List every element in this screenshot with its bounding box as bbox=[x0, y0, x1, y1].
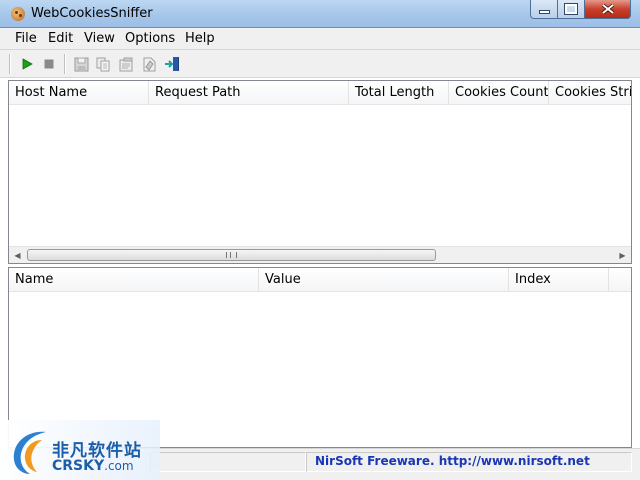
column-name[interactable]: Name bbox=[9, 268, 259, 291]
column-index[interactable]: Index bbox=[509, 268, 609, 291]
watermark-en-main: CRSKY bbox=[52, 458, 105, 474]
column-cookies-string[interactable]: Cookies String bbox=[549, 81, 631, 104]
copy-icon bbox=[96, 57, 109, 71]
scroll-thumb[interactable] bbox=[27, 249, 436, 261]
stop-capture-button[interactable] bbox=[40, 55, 58, 73]
cookie-icon bbox=[11, 7, 25, 21]
toolbar bbox=[0, 50, 640, 78]
exit-icon bbox=[165, 57, 179, 71]
nirsoft-link[interactable]: NirSoft Freeware. http://www.nirsoft.net bbox=[315, 454, 590, 468]
start-capture-button[interactable] bbox=[18, 55, 36, 73]
title-bar: WebCookiesSniffer bbox=[0, 0, 640, 28]
cookies-list-pane[interactable]: Host Name Request Path Total Length Cook… bbox=[8, 80, 632, 264]
menu-file[interactable]: File bbox=[15, 31, 37, 46]
menu-options[interactable]: Options bbox=[125, 31, 175, 46]
close-icon bbox=[601, 4, 614, 14]
html-report-button[interactable] bbox=[140, 55, 158, 73]
column-request-path[interactable]: Request Path bbox=[149, 81, 349, 104]
scroll-right-icon: ▶ bbox=[619, 250, 626, 260]
menu-edit[interactable]: Edit bbox=[48, 31, 73, 46]
exit-button[interactable] bbox=[163, 55, 181, 73]
cookies-list-header: Host Name Request Path Total Length Cook… bbox=[9, 81, 631, 105]
play-icon bbox=[22, 58, 33, 70]
column-host-name[interactable]: Host Name bbox=[9, 81, 149, 104]
maximize-button[interactable] bbox=[557, 0, 585, 19]
watermark-en-suffix: .com bbox=[104, 459, 134, 473]
column-cookies-count[interactable]: Cookies Count bbox=[449, 81, 549, 104]
toolbar-separator bbox=[9, 54, 11, 74]
site-watermark: 非凡软件站 CRSKY.com bbox=[0, 420, 160, 480]
scroll-left-button[interactable]: ◀ bbox=[9, 247, 26, 263]
scroll-left-icon: ◀ bbox=[14, 250, 21, 260]
grip-icon bbox=[226, 252, 237, 258]
window-title: WebCookiesSniffer bbox=[31, 6, 153, 21]
menu-help[interactable]: Help bbox=[185, 31, 215, 46]
menu-bar: File Edit View Options Help bbox=[0, 28, 640, 50]
crsky-logo-icon bbox=[13, 431, 46, 474]
column-value[interactable]: Value bbox=[259, 268, 509, 291]
maximize-icon bbox=[564, 3, 578, 15]
stop-icon bbox=[44, 59, 54, 69]
menu-view[interactable]: View bbox=[84, 31, 115, 46]
properties-icon bbox=[119, 57, 132, 71]
close-button[interactable] bbox=[584, 0, 631, 19]
minimize-icon bbox=[538, 10, 550, 14]
toolbar-separator bbox=[64, 54, 66, 74]
minimize-button[interactable] bbox=[530, 0, 558, 19]
status-count-cell bbox=[150, 452, 306, 472]
save-icon bbox=[74, 57, 88, 71]
copy-button[interactable] bbox=[94, 55, 112, 73]
save-button[interactable] bbox=[72, 55, 90, 73]
cookie-details-header: Name Value Index bbox=[9, 268, 631, 292]
column-total-length[interactable]: Total Length bbox=[349, 81, 449, 104]
watermark-en-text: CRSKY.com bbox=[52, 458, 134, 474]
horizontal-scrollbar[interactable]: ◀ ▶ bbox=[9, 246, 631, 263]
scroll-right-button[interactable]: ▶ bbox=[614, 247, 631, 263]
properties-button[interactable] bbox=[117, 55, 135, 73]
html-report-icon bbox=[143, 57, 155, 71]
